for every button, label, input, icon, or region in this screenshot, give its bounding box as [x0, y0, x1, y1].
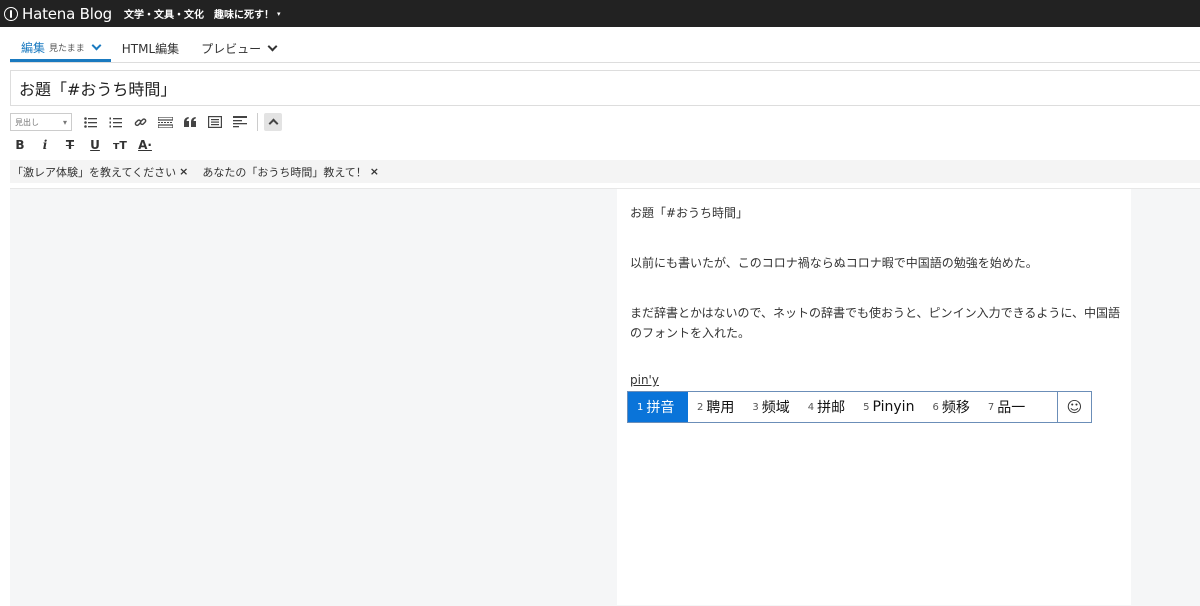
topic-tag-label: あなたの「おうち時間」教えて！: [202, 165, 367, 179]
topic-tags-bar: 「激レア体験」を教えてください × あなたの「おうち時間」教えて！ ×: [10, 160, 1200, 183]
ime-candidate[interactable]: 3 频域: [743, 392, 798, 422]
tab-edit-wysiwyg[interactable]: 編集 見たまま: [10, 36, 111, 62]
text-color-button[interactable]: A·: [135, 136, 155, 154]
ime-candidate-window: 1 拼音 2 聘用 3 频域 4 拼邮 5 Pinyin 6 频移 7 品一 ☺: [627, 391, 1092, 423]
topic-tag: 「激レア体験」を教えてください ×: [12, 164, 188, 180]
candidate-number: 7: [987, 401, 995, 413]
tab-label: プレビュー: [201, 42, 262, 56]
editor-toolbar: 見出し ▾: [10, 112, 282, 132]
caret-down-icon[interactable]: ▾: [277, 10, 281, 18]
chevron-down-icon[interactable]: [267, 41, 278, 52]
tab-html-edit[interactable]: HTML編集: [111, 36, 190, 61]
format-toolbar: B i T U тT A·: [10, 135, 160, 155]
candidate-text: 拼音: [646, 400, 675, 416]
font-size-button[interactable]: тT: [110, 136, 130, 154]
title-input[interactable]: お題「#おうち時間」: [10, 70, 1200, 106]
quote-icon[interactable]: [180, 113, 200, 131]
link-icon[interactable]: [130, 113, 150, 131]
insert-template-icon[interactable]: [230, 113, 250, 131]
doc-paragraph: お題「#おうち時間」: [630, 206, 749, 220]
close-icon[interactable]: ×: [370, 165, 379, 178]
underline-button[interactable]: U: [85, 136, 105, 154]
strikethrough-button[interactable]: T: [60, 136, 80, 154]
candidate-number: 4: [807, 401, 815, 413]
hatena-logo[interactable]: Hatena Blog: [4, 5, 112, 23]
hatena-logo-icon: [4, 6, 18, 21]
more-separator-icon[interactable]: [155, 113, 175, 131]
ime-candidate[interactable]: 6 频移: [923, 392, 978, 422]
ime-candidate[interactable]: 1 拼音: [628, 392, 688, 422]
candidate-text: Pinyin: [872, 399, 915, 415]
topic-tag-label: 「激レア体験」を教えてください: [12, 165, 177, 179]
ime-candidate[interactable]: 2 聘用: [688, 392, 743, 422]
chevron-down-icon[interactable]: [91, 40, 102, 51]
candidate-number: 6: [932, 401, 939, 413]
bold-button[interactable]: B: [10, 136, 30, 154]
candidate-text: 品一: [997, 400, 1026, 416]
blog-name[interactable]: 文学・文具・文化 趣味に死す！: [124, 6, 274, 21]
emoji-icon[interactable]: ☺: [1057, 392, 1091, 422]
candidate-text: 拼邮: [817, 400, 846, 416]
candidate-number: 1: [637, 401, 644, 413]
close-icon[interactable]: ×: [179, 165, 188, 178]
tab-preview[interactable]: プレビュー: [190, 36, 287, 61]
ime-candidate[interactable]: 5 Pinyin: [854, 392, 923, 422]
italic-button[interactable]: i: [35, 136, 55, 154]
tab-label: 編集: [21, 41, 46, 55]
ime-candidate[interactable]: 7 品一: [979, 392, 1034, 422]
bullet-list-icon[interactable]: [80, 113, 100, 131]
collapse-toolbar-button[interactable]: [264, 113, 282, 131]
table-of-contents-icon[interactable]: [205, 113, 225, 131]
doc-paragraph: 以前にも書いたが、このコロナ禍ならぬコロナ暇で中国語の勉強を始めた。: [630, 256, 1038, 270]
tab-sublabel: 見たまま: [49, 44, 85, 54]
toolbar-divider: [257, 113, 258, 131]
numbered-list-icon[interactable]: [105, 113, 125, 131]
doc-paragraph: まだ辞書とかはないので、ネットの辞書でも使おうと、ピンイン入力できるように、中国…: [630, 306, 1120, 340]
topic-tag: あなたの「おうち時間」教えて！ ×: [202, 164, 379, 180]
logo-text: Hatena Blog: [22, 4, 113, 23]
candidate-number: 2: [697, 401, 704, 413]
select-caret-icon: ▾: [62, 117, 67, 127]
candidate-number: 3: [752, 401, 759, 413]
editor-mode-tabs: 編集 見たまま HTML編集 プレビュー: [10, 36, 1200, 63]
ime-candidate[interactable]: 4 拼邮: [799, 392, 854, 422]
heading-select[interactable]: 見出し ▾: [10, 113, 72, 131]
tab-label: HTML編集: [121, 42, 180, 56]
chevron-up-icon: [268, 118, 278, 129]
candidate-number: 5: [863, 401, 870, 413]
candidate-text: 频移: [941, 400, 970, 416]
heading-select-value: 見出し: [15, 117, 39, 127]
candidate-text: 聘用: [706, 400, 735, 416]
ime-composition-text: pin'y: [630, 373, 659, 387]
top-bar: Hatena Blog 文学・文具・文化 趣味に死す！ ▾: [0, 0, 1200, 27]
candidate-text: 频域: [761, 400, 790, 416]
